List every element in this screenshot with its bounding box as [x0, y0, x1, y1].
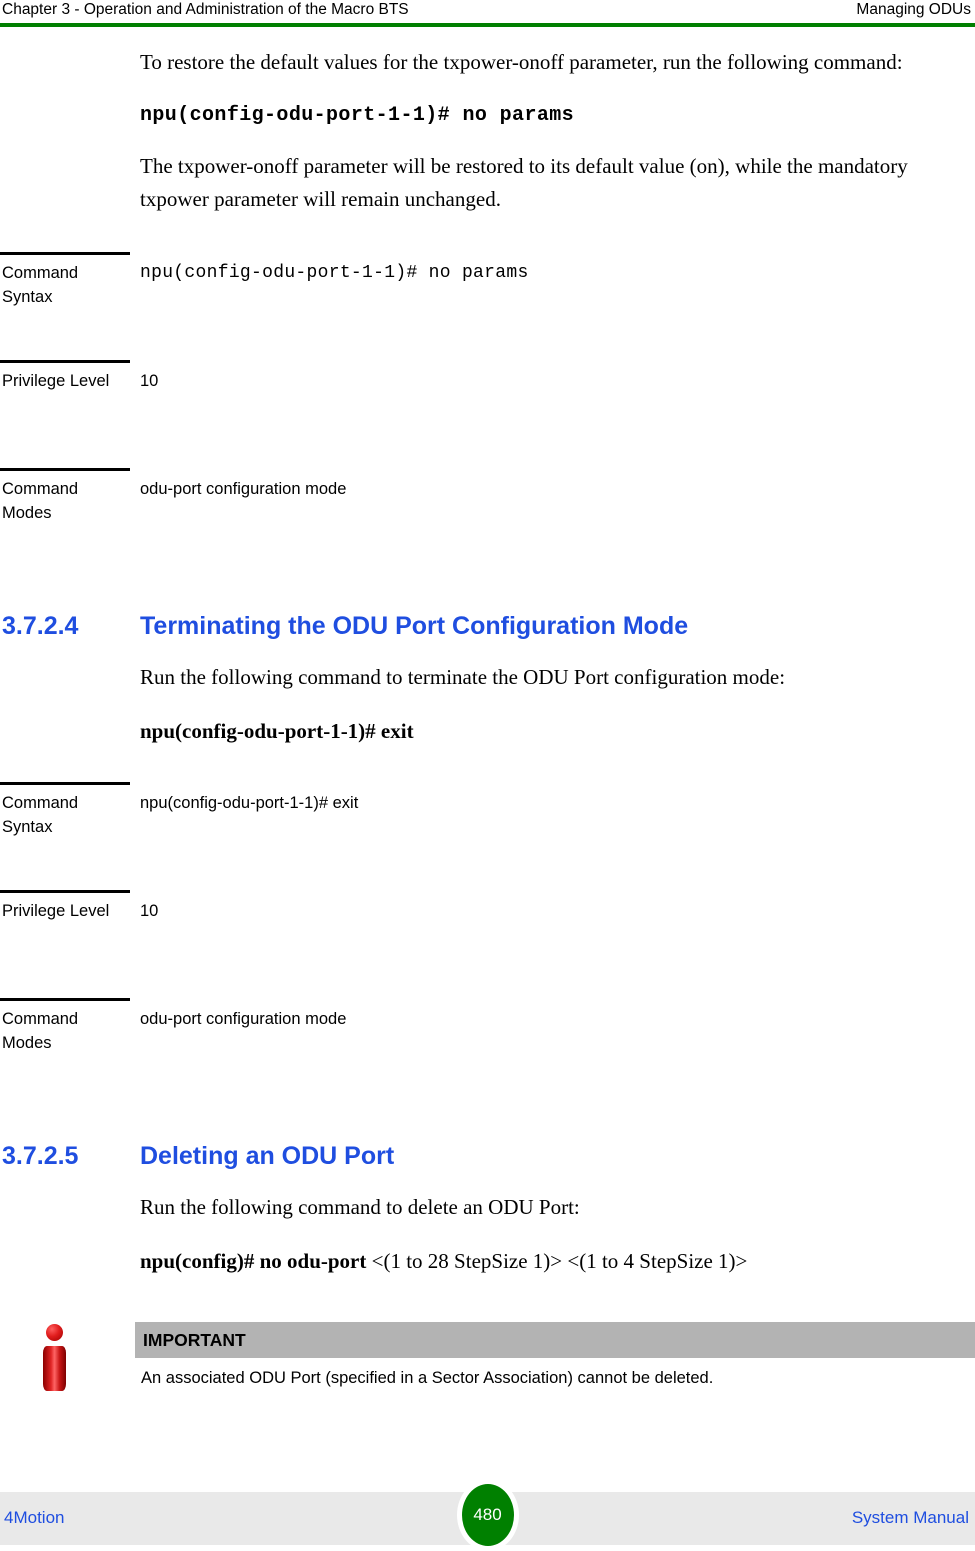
row-top-rule — [0, 252, 130, 255]
table-row: Privilege Level 10 — [0, 360, 975, 468]
intro-paragraph-1: To restore the default values for the tx… — [140, 50, 903, 74]
section-heading-3-7-2-4: 3.7.2.4 Terminating the ODU Port Configu… — [0, 610, 975, 642]
row-label: Command Syntax — [2, 264, 79, 306]
section-number: 3.7.2.5 — [2, 1142, 79, 1170]
row-label: Privilege Level — [2, 372, 110, 390]
table-row: Command Syntax npu(config-odu-port-1-1)#… — [0, 252, 975, 360]
row-value: odu-port configuration mode — [140, 480, 347, 498]
section-3-7-2-5-command: npu(config)# no odu-port <(1 to 28 StepS… — [0, 1246, 975, 1276]
note-title-bar: IMPORTANT — [135, 1322, 975, 1358]
intro-command-line: npu(config-odu-port-1-1)# no params — [140, 104, 575, 127]
table-row: Command Syntax npu(config-odu-port-1-1)#… — [0, 782, 975, 890]
row-value: 10 — [140, 902, 159, 920]
section-title: Deleting an ODU Port — [140, 1142, 395, 1170]
table-row: Command Modes odu-port configuration mod… — [0, 998, 975, 1106]
row-label: Privilege Level — [2, 902, 110, 920]
section-3-7-2-5-paragraph: Run the following command to delete an O… — [140, 1195, 580, 1219]
row-label: Command Modes — [2, 480, 79, 522]
row-top-rule — [0, 360, 130, 363]
table-row: Command Modes odu-port configuration mod… — [0, 468, 975, 576]
info-i-icon — [38, 1324, 72, 1394]
intro-paragraph-2: The txpower-onoff parameter will be rest… — [140, 154, 908, 211]
command-spec-table-1: Command Syntax npu(config-odu-port-1-1)#… — [0, 252, 975, 576]
footer-product-name: 4Motion — [4, 1508, 65, 1527]
command-text: npu(config-odu-port-1-1)# exit — [140, 719, 414, 743]
section-heading-3-7-2-5: 3.7.2.5 Deleting an ODU Port — [0, 1140, 975, 1172]
row-label: Command Modes — [2, 1010, 79, 1052]
page-content: To restore the default values for the tx… — [0, 27, 975, 1422]
row-value: odu-port configuration mode — [140, 1010, 347, 1028]
row-value: npu(config-odu-port-1-1)# exit — [140, 794, 359, 812]
section-3-7-2-4-command: npu(config-odu-port-1-1)# exit — [0, 716, 975, 746]
section-3-7-2-4-paragraph: Run the following command to terminate t… — [140, 665, 786, 689]
row-top-rule — [0, 782, 130, 785]
page-number-badge: 480 — [461, 1484, 514, 1546]
page-header: Chapter 3 - Operation and Administration… — [0, 0, 975, 22]
table-row: Privilege Level 10 — [0, 890, 975, 998]
row-top-rule — [0, 998, 130, 1001]
header-section-title: Managing ODUs — [856, 1, 971, 18]
section-title: Terminating the ODU Port Configuration M… — [140, 612, 689, 640]
note-title: IMPORTANT — [143, 1329, 246, 1350]
row-value: 10 — [140, 372, 159, 390]
important-note: IMPORTANT An associated ODU Port (specif… — [0, 1314, 975, 1422]
command-keyword: npu(config)# no odu-port — [140, 1249, 367, 1273]
page-footer: 4Motion 480 System Manual — [0, 1479, 975, 1551]
row-value: npu(config-odu-port-1-1)# no params — [140, 263, 529, 283]
header-chapter-title: Chapter 3 - Operation and Administration… — [2, 1, 409, 18]
command-spec-table-2: Command Syntax npu(config-odu-port-1-1)#… — [0, 782, 975, 1106]
footer-manual-name: System Manual — [851, 1508, 969, 1527]
info-icon-stem — [43, 1346, 66, 1391]
row-top-rule — [0, 890, 130, 893]
row-top-rule — [0, 468, 130, 471]
command-arguments: <(1 to 28 StepSize 1)> <(1 to 4 StepSize… — [366, 1249, 748, 1273]
row-label: Command Syntax — [2, 794, 79, 836]
note-body-text: An associated ODU Port (specified in a S… — [141, 1369, 714, 1387]
section-number: 3.7.2.4 — [2, 612, 79, 640]
info-icon-dot — [46, 1324, 63, 1341]
